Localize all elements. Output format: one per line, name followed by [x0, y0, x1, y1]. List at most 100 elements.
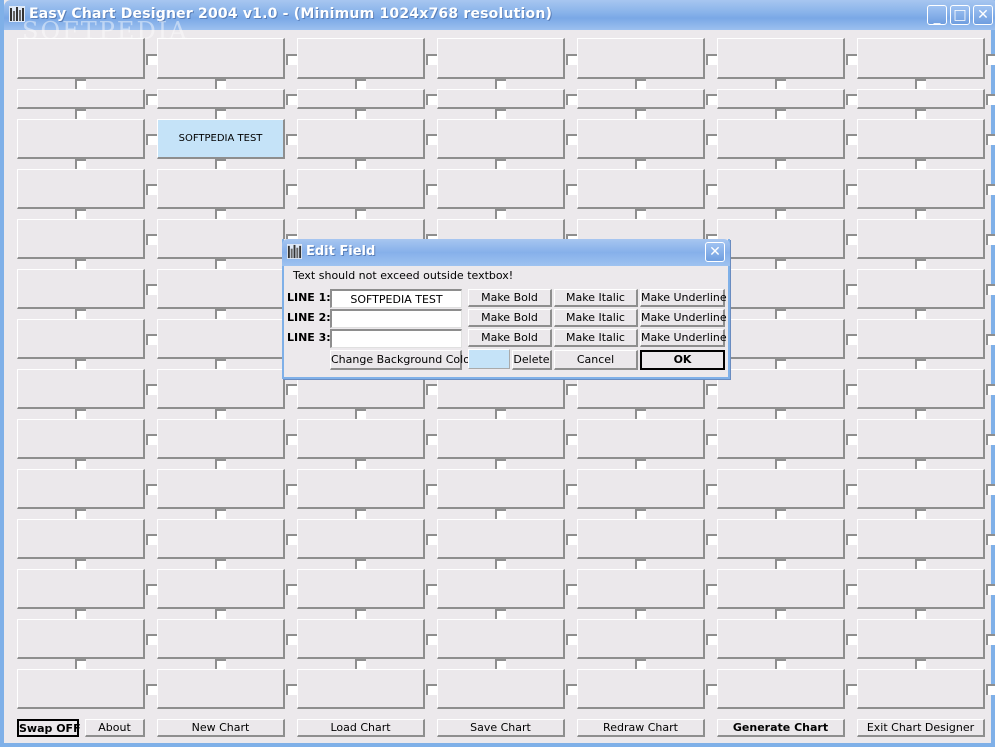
- close-button[interactable]: ✕: [973, 5, 993, 25]
- horizontal-connector-checkbox[interactable]: [986, 584, 995, 595]
- horizontal-connector-checkbox[interactable]: [146, 384, 157, 395]
- horizontal-connector-checkbox[interactable]: [706, 134, 717, 145]
- chart-field-cell[interactable]: [157, 619, 285, 659]
- horizontal-connector-checkbox[interactable]: [566, 434, 577, 445]
- generate-chart-button[interactable]: Generate Chart: [717, 719, 845, 737]
- delete-button[interactable]: Delete: [512, 350, 552, 370]
- horizontal-connector-checkbox[interactable]: [566, 184, 577, 195]
- chart-field-cell[interactable]: [157, 369, 285, 409]
- horizontal-connector-checkbox[interactable]: [286, 384, 297, 395]
- horizontal-connector-checkbox[interactable]: [146, 284, 157, 295]
- horizontal-connector-checkbox[interactable]: [706, 484, 717, 495]
- horizontal-connector-checkbox[interactable]: [986, 94, 995, 105]
- load-chart-button[interactable]: Load Chart: [297, 719, 425, 737]
- horizontal-connector-checkbox[interactable]: [986, 434, 995, 445]
- horizontal-connector-checkbox[interactable]: [846, 484, 857, 495]
- horizontal-connector-checkbox[interactable]: [286, 134, 297, 145]
- horizontal-connector-checkbox[interactable]: [286, 634, 297, 645]
- chart-field-cell[interactable]: [437, 669, 565, 709]
- chart-field-cell[interactable]: [857, 669, 985, 709]
- horizontal-connector-checkbox[interactable]: [566, 534, 577, 545]
- chart-field-cell[interactable]: [577, 169, 705, 209]
- chart-field-cell[interactable]: [297, 519, 425, 559]
- chart-field-cell[interactable]: [717, 669, 845, 709]
- chart-field-cell[interactable]: [577, 569, 705, 609]
- horizontal-connector-checkbox[interactable]: [146, 184, 157, 195]
- line-2-input[interactable]: [330, 309, 462, 328]
- chart-field-cell[interactable]: [437, 519, 565, 559]
- horizontal-connector-checkbox[interactable]: [566, 634, 577, 645]
- horizontal-connector-checkbox[interactable]: [566, 54, 577, 65]
- horizontal-connector-checkbox[interactable]: [286, 484, 297, 495]
- chart-field-cell[interactable]: [857, 619, 985, 659]
- chart-field-cell[interactable]: [857, 469, 985, 509]
- chart-field-cell[interactable]: [157, 319, 285, 359]
- horizontal-connector-checkbox[interactable]: [286, 94, 297, 105]
- horizontal-connector-checkbox[interactable]: [566, 94, 577, 105]
- horizontal-connector-checkbox[interactable]: [426, 534, 437, 545]
- chart-field-cell[interactable]: [157, 89, 285, 109]
- redraw-chart-button[interactable]: Redraw Chart: [577, 719, 705, 737]
- chart-field-cell[interactable]: [437, 569, 565, 609]
- horizontal-connector-checkbox[interactable]: [286, 584, 297, 595]
- chart-field-cell[interactable]: [857, 169, 985, 209]
- horizontal-connector-checkbox[interactable]: [426, 584, 437, 595]
- horizontal-connector-checkbox[interactable]: [426, 484, 437, 495]
- line-2-make-underline-button[interactable]: Make Underline: [640, 309, 727, 327]
- horizontal-connector-checkbox[interactable]: [846, 634, 857, 645]
- horizontal-connector-checkbox[interactable]: [846, 334, 857, 345]
- chart-field-cell[interactable]: [157, 519, 285, 559]
- chart-field-cell[interactable]: [157, 38, 285, 79]
- horizontal-connector-checkbox[interactable]: [846, 234, 857, 245]
- horizontal-connector-checkbox[interactable]: [846, 134, 857, 145]
- dialog-close-button[interactable]: ✕: [705, 242, 725, 262]
- chart-field-cell[interactable]: [857, 38, 985, 79]
- chart-field-cell[interactable]: [437, 38, 565, 79]
- chart-field-cell[interactable]: [857, 569, 985, 609]
- chart-field-cell[interactable]: [717, 169, 845, 209]
- chart-field-cell[interactable]: [577, 89, 705, 109]
- horizontal-connector-checkbox[interactable]: [566, 384, 577, 395]
- chart-field-cell[interactable]: [157, 219, 285, 259]
- exit-button[interactable]: Exit Chart Designer: [857, 719, 985, 737]
- cancel-button[interactable]: Cancel: [554, 350, 638, 370]
- chart-field-cell[interactable]: [17, 669, 145, 709]
- save-chart-button[interactable]: Save Chart: [437, 719, 565, 737]
- chart-field-cell[interactable]: [857, 319, 985, 359]
- minimize-button[interactable]: _: [927, 5, 947, 25]
- chart-field-cell[interactable]: SOFTPEDIA TEST: [157, 119, 285, 159]
- chart-field-cell[interactable]: [857, 419, 985, 459]
- chart-field-cell[interactable]: [857, 269, 985, 309]
- chart-field-cell[interactable]: [17, 419, 145, 459]
- chart-field-cell[interactable]: [17, 319, 145, 359]
- line-1-make-bold-button[interactable]: Make Bold: [468, 289, 552, 307]
- chart-field-cell[interactable]: [157, 169, 285, 209]
- horizontal-connector-checkbox[interactable]: [706, 384, 717, 395]
- horizontal-connector-checkbox[interactable]: [706, 434, 717, 445]
- chart-field-cell[interactable]: [437, 419, 565, 459]
- chart-field-cell[interactable]: [157, 569, 285, 609]
- horizontal-connector-checkbox[interactable]: [146, 634, 157, 645]
- line-1-input[interactable]: [330, 289, 462, 308]
- chart-field-cell[interactable]: [857, 219, 985, 259]
- chart-field-cell[interactable]: [717, 119, 845, 159]
- line-3-make-italic-button[interactable]: Make Italic: [554, 329, 638, 347]
- chart-field-cell[interactable]: [717, 519, 845, 559]
- horizontal-connector-checkbox[interactable]: [146, 584, 157, 595]
- horizontal-connector-checkbox[interactable]: [426, 634, 437, 645]
- horizontal-connector-checkbox[interactable]: [986, 54, 995, 65]
- chart-field-cell[interactable]: [437, 469, 565, 509]
- chart-field-cell[interactable]: [157, 269, 285, 309]
- chart-field-cell[interactable]: [857, 89, 985, 109]
- horizontal-connector-checkbox[interactable]: [146, 684, 157, 695]
- horizontal-connector-checkbox[interactable]: [566, 134, 577, 145]
- about-button[interactable]: About: [85, 719, 145, 737]
- chart-field-cell[interactable]: [437, 169, 565, 209]
- chart-field-cell[interactable]: [17, 569, 145, 609]
- chart-field-cell[interactable]: [857, 369, 985, 409]
- change-background-color-button[interactable]: Change Background Color: [330, 350, 474, 370]
- horizontal-connector-checkbox[interactable]: [846, 684, 857, 695]
- horizontal-connector-checkbox[interactable]: [286, 534, 297, 545]
- chart-field-cell[interactable]: [297, 38, 425, 79]
- line-2-make-bold-button[interactable]: Make Bold: [468, 309, 552, 327]
